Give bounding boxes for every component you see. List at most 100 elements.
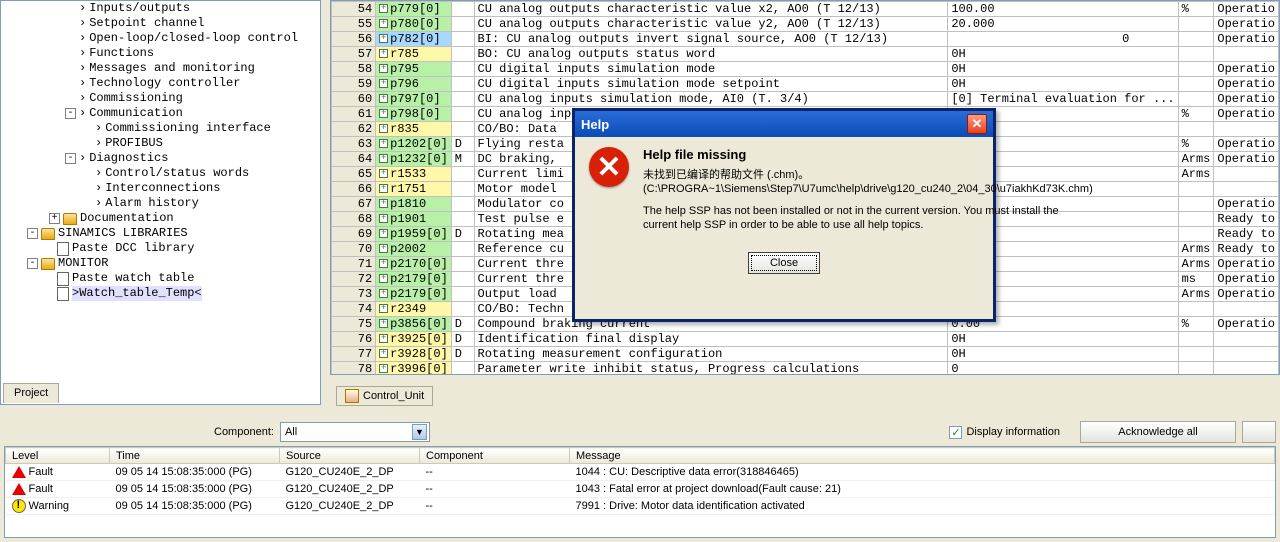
tree-node[interactable]: - MONITOR	[3, 256, 318, 271]
tree-node[interactable]: ›Inputs/outputs	[3, 1, 318, 16]
value-input[interactable]	[951, 32, 1131, 46]
expand-icon[interactable]: +	[379, 289, 388, 298]
alarm-header[interactable]: Message	[570, 448, 1275, 464]
expand-icon[interactable]: -	[27, 228, 38, 239]
tree-node[interactable]: ›Technology controller	[3, 76, 318, 91]
tree-node[interactable]: ›Functions	[3, 46, 318, 61]
arrow-icon: ›	[79, 31, 86, 46]
alarm-header[interactable]: Level	[6, 448, 110, 464]
tree-node[interactable]: ›Control/status words	[3, 166, 318, 181]
tree-node[interactable]: +Documentation	[3, 211, 318, 226]
expand-icon[interactable]: +	[379, 319, 388, 328]
parameter-row[interactable]: 56+p782[0]BI: CU analog outputs invert s…	[332, 32, 1279, 47]
tree-node[interactable]: ›Messages and monitoring	[3, 61, 318, 76]
expand-icon[interactable]: +	[379, 259, 388, 268]
parameter-row[interactable]: 77+r3928[0]DRotating measurement configu…	[332, 347, 1279, 362]
tree-label: Commissioning interface	[105, 121, 271, 136]
expand-icon[interactable]: +	[379, 94, 388, 103]
parameter-row[interactable]: 59+p796CU digital inputs simulation mode…	[332, 77, 1279, 92]
project-tab[interactable]: Project	[3, 383, 59, 403]
tree-node[interactable]: ›Commissioning	[3, 91, 318, 106]
expand-icon[interactable]: +	[379, 64, 388, 73]
folder-icon	[63, 213, 77, 225]
parameter-row[interactable]: 54+p779[0]CU analog outputs characterist…	[332, 2, 1279, 17]
expand-icon[interactable]: +	[379, 49, 388, 58]
expand-icon[interactable]: +	[379, 229, 388, 238]
parameter-row[interactable]: 76+r3925[0]DIdentification final display…	[332, 332, 1279, 347]
expand-icon[interactable]: -	[65, 153, 76, 164]
expand-icon[interactable]: +	[379, 19, 388, 28]
alarm-row[interactable]: Fault09 05 14 15:08:35:000 (PG)G120_CU24…	[6, 481, 1275, 498]
parameter-row[interactable]: 78+r3996[0]Parameter write inhibit statu…	[332, 362, 1279, 376]
expand-icon[interactable]: +	[379, 169, 388, 178]
arrow-icon: ›	[79, 16, 86, 31]
tree-node[interactable]: ›PROFIBUS	[3, 136, 318, 151]
tree-node[interactable]: ›Alarm history	[3, 196, 318, 211]
alarm-header[interactable]: Source	[280, 448, 420, 464]
tree-node[interactable]: ›Interconnections	[3, 181, 318, 196]
expand-icon[interactable]: +	[379, 154, 388, 163]
expand-icon[interactable]: +	[379, 244, 388, 253]
expand-icon[interactable]: +	[379, 349, 388, 358]
display-info-checkbox[interactable]: ✓	[949, 426, 962, 439]
document-icon	[57, 242, 69, 256]
expand-icon[interactable]: +	[379, 184, 388, 193]
parameter-row[interactable]: 57+r785BO: CU analog outputs status word…	[332, 47, 1279, 62]
component-combo[interactable]: All ▼	[280, 422, 430, 442]
tree-node[interactable]: ›Setpoint channel	[3, 16, 318, 31]
tree-label: Control/status words	[105, 166, 249, 181]
expand-icon[interactable]: +	[49, 213, 60, 224]
expand-icon[interactable]: +	[379, 109, 388, 118]
arrow-icon: ›	[79, 106, 86, 121]
expand-icon[interactable]: +	[379, 4, 388, 13]
expand-icon[interactable]: +	[379, 199, 388, 208]
acknowledge-extra-button[interactable]	[1242, 421, 1276, 443]
expand-icon[interactable]: +	[379, 334, 388, 343]
tree-node[interactable]: -SINAMICS LIBRARIES	[3, 226, 318, 241]
acknowledge-all-button[interactable]: Acknowledge all	[1080, 421, 1236, 443]
tree-node[interactable]: Paste watch table	[3, 271, 318, 286]
dialog-titlebar[interactable]: Help ✕	[575, 111, 993, 137]
tree-node[interactable]: >Watch_table_Temp<	[3, 286, 318, 301]
tree-label: MONITOR	[58, 256, 108, 271]
expand-icon[interactable]: +	[379, 124, 388, 133]
folder-icon	[41, 258, 55, 270]
expand-icon[interactable]: +	[379, 139, 388, 148]
control-unit-tab[interactable]: Control_Unit	[336, 386, 433, 406]
expand-icon[interactable]: +	[379, 364, 388, 373]
tree-label: Paste DCC library	[72, 241, 194, 256]
dialog-heading: Help file missing	[643, 147, 1093, 162]
tree-label: Alarm history	[105, 196, 199, 211]
expand-icon[interactable]: -	[27, 258, 38, 269]
alarm-table[interactable]: LevelTimeSourceComponentMessageFault09 0…	[5, 447, 1275, 515]
parameter-row[interactable]: 58+p795CU digital inputs simulation mode…	[332, 62, 1279, 77]
alarm-header[interactable]: Component	[420, 448, 570, 464]
arrow-icon: ›	[79, 151, 86, 166]
alarm-row[interactable]: Warning09 05 14 15:08:35:000 (PG)G120_CU…	[6, 498, 1275, 515]
alarm-row[interactable]: Fault09 05 14 15:08:35:000 (PG)G120_CU24…	[6, 464, 1275, 481]
tree-node[interactable]: ›Commissioning interface	[3, 121, 318, 136]
close-button[interactable]: Close	[748, 252, 820, 274]
tree-node[interactable]: Paste DCC library	[3, 241, 318, 256]
chevron-down-icon: ▼	[412, 424, 427, 440]
expand-icon[interactable]: +	[379, 34, 388, 43]
expand-icon[interactable]: +	[379, 274, 388, 283]
expand-icon[interactable]: -	[65, 108, 76, 119]
close-icon[interactable]: ✕	[967, 114, 987, 134]
project-tree[interactable]: ›Inputs/outputs›Setpoint channel›Open-lo…	[1, 1, 320, 301]
dialog-title: Help	[581, 117, 609, 132]
expand-icon[interactable]: +	[379, 304, 388, 313]
arrow-icon: ›	[79, 76, 86, 91]
parameter-row[interactable]: 60+p797[0]CU analog inputs simulation mo…	[332, 92, 1279, 107]
alarm-toolbar: Component: All ▼ ✓ Display information A…	[4, 422, 1276, 442]
alarm-header[interactable]: Time	[110, 448, 280, 464]
tree-label: Commissioning	[89, 91, 183, 106]
arrow-icon: ›	[95, 121, 102, 136]
expand-icon[interactable]: +	[379, 214, 388, 223]
tree-label: Technology controller	[89, 76, 240, 91]
expand-icon[interactable]: +	[379, 79, 388, 88]
tree-node[interactable]: -›Communication	[3, 106, 318, 121]
parameter-row[interactable]: 55+p780[0]CU analog outputs characterist…	[332, 17, 1279, 32]
tree-node[interactable]: ›Open-loop/closed-loop control	[3, 31, 318, 46]
tree-node[interactable]: -›Diagnostics	[3, 151, 318, 166]
